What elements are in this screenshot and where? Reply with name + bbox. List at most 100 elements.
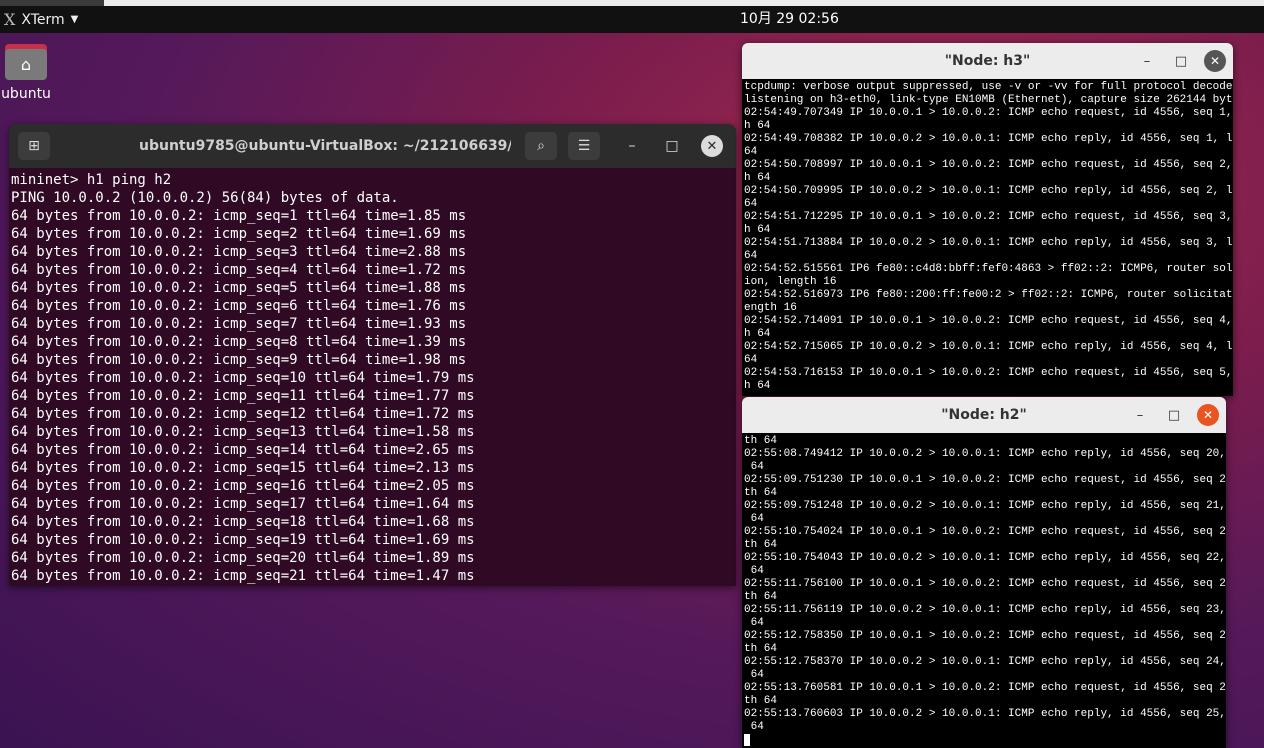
xterm-h3-window[interactable]: "Node: h3" – □ ✕ tcpdump: verbose output…	[742, 43, 1233, 396]
xterm-h2-output[interactable]: th 64 02:55:08.749412 IP 10.0.0.2 > 10.0.…	[742, 433, 1226, 747]
maximize-button[interactable]: □	[661, 135, 683, 157]
xterm-h3-minimize-button[interactable]: –	[1136, 50, 1158, 72]
terminal-line: 64	[744, 565, 764, 577]
terminal-line: 02:55:09.751248 IP 10.0.0.2 > 10.0.0.1: …	[744, 500, 1226, 512]
terminal-line: th 64	[744, 487, 778, 499]
xterm-logo-icon: X	[4, 10, 16, 29]
terminal-line: 02:54:52.715065 IP 10.0.0.2 > 10.0.0.1: …	[744, 341, 1233, 353]
terminal-line: 02:54:52.516973 IP6 fe80::200:ff:fe00:2 …	[744, 289, 1233, 301]
xterm-h2-minimize-button[interactable]: –	[1129, 404, 1151, 426]
terminal-line: 02:54:52.714091 IP 10.0.0.1 > 10.0.0.2: …	[744, 315, 1233, 327]
terminal-line: 64	[744, 669, 764, 681]
terminal-line: th 64	[744, 695, 778, 707]
terminal-line: 64	[744, 513, 764, 525]
terminal-line: 02:55:10.754024 IP 10.0.0.1 > 10.0.0.2: …	[744, 526, 1226, 538]
menu-button[interactable]: ☰	[568, 132, 600, 160]
minimize-icon: –	[628, 138, 636, 154]
new-tab-button[interactable]: ⊞	[18, 132, 50, 160]
terminal-line: 64 bytes from 10.0.0.2: icmp_seq=18 ttl=…	[11, 514, 475, 530]
terminal-line: 64 bytes from 10.0.0.2: icmp_seq=4 ttl=6…	[11, 262, 467, 278]
terminal-line: 02:55:08.749412 IP 10.0.0.2 > 10.0.0.1: …	[744, 448, 1226, 460]
maximize-icon: □	[665, 138, 679, 154]
cursor-line	[744, 734, 1226, 747]
close-icon: ✕	[1209, 54, 1221, 68]
terminal-line: 64	[744, 461, 764, 473]
terminal-line: 02:55:13.760603 IP 10.0.0.2 > 10.0.0.1: …	[744, 708, 1226, 720]
terminal-line: 64 bytes from 10.0.0.2: icmp_seq=16 ttl=…	[11, 478, 475, 494]
terminal-line: 02:54:49.708382 IP 10.0.0.2 > 10.0.0.1: …	[744, 133, 1233, 145]
app-menu-label: XTerm	[21, 11, 65, 28]
terminal-line: th 64	[744, 435, 778, 447]
terminal-titlebar[interactable]: ⊞ ubuntu9785@ubuntu-VirtualBox: ~/212106…	[9, 124, 736, 168]
minimize-button[interactable]: –	[621, 135, 643, 157]
terminal-line: 02:54:51.713884 IP 10.0.0.2 > 10.0.0.1: …	[744, 237, 1233, 249]
terminal-title: ubuntu9785@ubuntu-VirtualBox: ~/21210663…	[139, 138, 511, 154]
terminal-line: 64 bytes from 10.0.0.2: icmp_seq=17 ttl=…	[11, 496, 475, 512]
minimize-icon: –	[1136, 407, 1144, 423]
terminal-line: 02:54:51.712295 IP 10.0.0.1 > 10.0.0.2: …	[744, 211, 1233, 223]
search-button[interactable]: ⌕	[525, 132, 557, 160]
terminal-line: 02:55:09.751230 IP 10.0.0.1 > 10.0.0.2: …	[744, 474, 1226, 486]
terminal-line: th 64	[744, 539, 778, 551]
terminal-line: mininet> h1 ping h2	[11, 172, 172, 188]
desktop-home-label: ubuntu	[1, 86, 51, 102]
xterm-h2-titlebar[interactable]: "Node: h2" – □ ✕	[742, 397, 1226, 433]
terminal-line: 64 bytes from 10.0.0.2: icmp_seq=5 ttl=6…	[11, 280, 467, 296]
terminal-line: 64 bytes from 10.0.0.2: icmp_seq=10 ttl=…	[11, 370, 475, 386]
terminal-line: ion, length 16	[744, 276, 837, 288]
terminal-line: 64	[744, 198, 758, 210]
terminal-line: h 64	[744, 120, 771, 132]
xterm-h3-maximize-button[interactable]: □	[1170, 50, 1192, 72]
terminal-line: 64 bytes from 10.0.0.2: icmp_seq=19 ttl=…	[11, 532, 475, 548]
terminal-line: 64 bytes from 10.0.0.2: icmp_seq=13 ttl=…	[11, 424, 475, 440]
terminal-line: 02:55:13.760581 IP 10.0.0.1 > 10.0.0.2: …	[744, 682, 1226, 694]
xterm-h2-title: "Node: h2"	[941, 407, 1027, 423]
app-menu[interactable]: X XTerm ▼	[4, 6, 78, 33]
terminal-line: th 64	[744, 591, 778, 603]
folder-icon: ⌂	[3, 42, 49, 82]
desktop-home-folder[interactable]: ⌂ ubuntu	[0, 42, 52, 102]
terminal-line: 02:55:12.758370 IP 10.0.0.2 > 10.0.0.1: …	[744, 656, 1226, 668]
terminal-line: 64 bytes from 10.0.0.2: icmp_seq=3 ttl=6…	[11, 244, 467, 260]
terminal-line: 02:55:12.758350 IP 10.0.0.1 > 10.0.0.2: …	[744, 630, 1226, 642]
xterm-h3-titlebar[interactable]: "Node: h3" – □ ✕	[742, 43, 1233, 79]
terminal-line: 64 bytes from 10.0.0.2: icmp_seq=20 ttl=…	[11, 550, 475, 566]
xterm-h3-title: "Node: h3"	[944, 53, 1031, 69]
terminal-line: 64	[744, 354, 758, 366]
terminal-line: 64	[744, 250, 758, 262]
new-tab-icon: ⊞	[28, 138, 40, 154]
xterm-h2-maximize-button[interactable]: □	[1163, 404, 1185, 426]
clock[interactable]: 10月 29 02:56	[740, 6, 839, 33]
home-icon: ⌂	[20, 54, 32, 74]
terminal-line: 64 bytes from 10.0.0.2: icmp_seq=1 ttl=6…	[11, 208, 467, 224]
terminal-line: 02:54:53.716153 IP 10.0.0.1 > 10.0.0.2: …	[744, 367, 1233, 379]
terminal-line: 64 bytes from 10.0.0.2: icmp_seq=2 ttl=6…	[11, 226, 467, 242]
xterm-h2-close-button[interactable]: ✕	[1197, 404, 1219, 426]
maximize-icon: □	[1167, 407, 1181, 423]
minimize-icon: –	[1143, 53, 1151, 69]
xterm-h3-output[interactable]: tcpdump: verbose output suppressed, use …	[742, 79, 1233, 393]
terminal-line: h 64	[744, 172, 771, 184]
terminal-line: 64 bytes from 10.0.0.2: icmp_seq=14 ttl=…	[11, 442, 475, 458]
terminal-line: 64 bytes from 10.0.0.2: icmp_seq=9 ttl=6…	[11, 352, 467, 368]
gnome-terminal-window[interactable]: ⊞ ubuntu9785@ubuntu-VirtualBox: ~/212106…	[9, 124, 736, 586]
terminal-line: 64	[744, 617, 764, 629]
terminal-line: 64 bytes from 10.0.0.2: icmp_seq=11 ttl=…	[11, 388, 475, 404]
caret-down-icon: ▼	[70, 14, 79, 25]
terminal-line: 02:54:49.707349 IP 10.0.0.1 > 10.0.0.2: …	[744, 107, 1233, 119]
terminal-line: PING 10.0.0.2 (10.0.0.2) 56(84) bytes of…	[11, 190, 399, 206]
terminal-line: tcpdump: verbose output suppressed, use …	[744, 81, 1233, 93]
top-bar: X XTerm ▼ 10月 29 02:56	[0, 6, 1264, 33]
terminal-output[interactable]: mininet> h1 ping h2 PING 10.0.0.2 (10.0.0…	[9, 168, 736, 585]
terminal-line: 64 bytes from 10.0.0.2: icmp_seq=6 ttl=6…	[11, 298, 467, 314]
maximize-icon: □	[1174, 53, 1188, 69]
search-icon: ⌕	[537, 138, 545, 154]
xterm-h3-close-button[interactable]: ✕	[1204, 50, 1226, 72]
folder-front: ⌂	[5, 49, 47, 80]
hamburger-icon: ☰	[577, 138, 591, 154]
terminal-line: 02:54:50.709995 IP 10.0.0.2 > 10.0.0.1: …	[744, 185, 1233, 197]
close-button[interactable]: ✕	[701, 135, 723, 157]
xterm-h2-window[interactable]: "Node: h2" – □ ✕ th 64 02:55:08.749412 IP…	[742, 397, 1226, 748]
terminal-line: h 64	[744, 224, 771, 236]
terminal-line: h 64	[744, 380, 771, 392]
